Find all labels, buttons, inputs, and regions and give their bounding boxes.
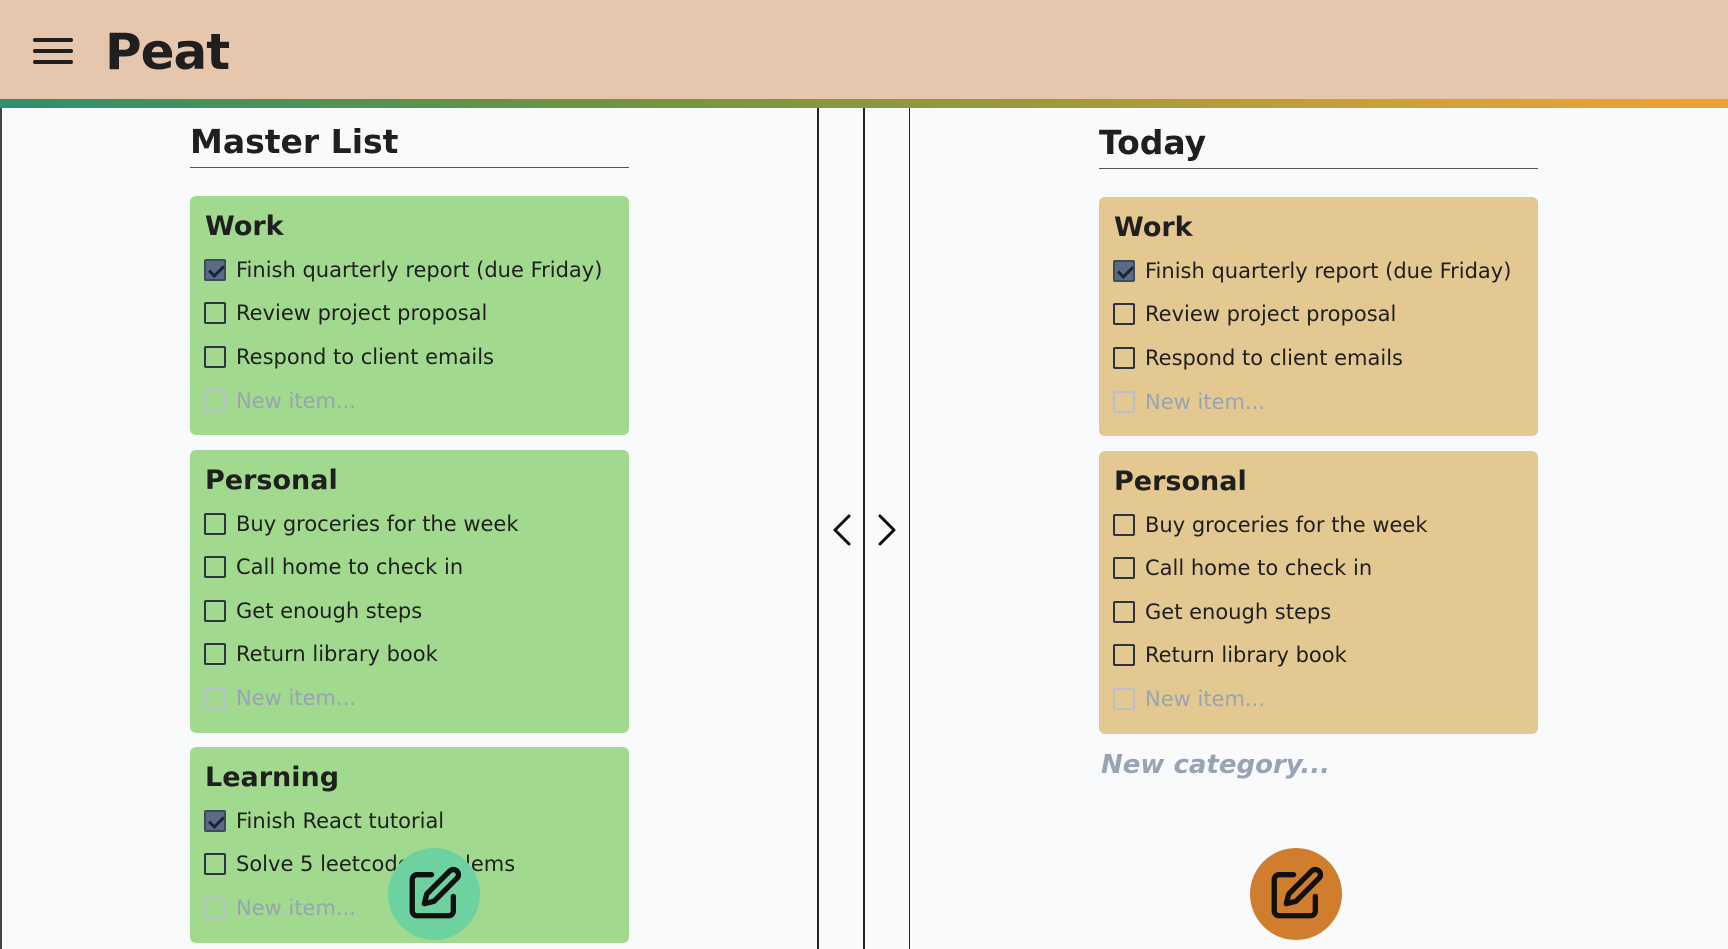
checkbox[interactable] bbox=[1113, 557, 1135, 579]
list-item[interactable]: Call home to check in bbox=[1113, 553, 1372, 583]
checkbox[interactable] bbox=[1113, 644, 1135, 666]
item-label: Get enough steps bbox=[1145, 600, 1332, 624]
list-item[interactable]: Get enough steps bbox=[1113, 597, 1331, 627]
checkbox bbox=[204, 897, 226, 919]
item-label: Respond to client emails bbox=[1145, 346, 1403, 370]
new-item-placeholder[interactable]: New item... bbox=[236, 686, 356, 710]
today-title: Today bbox=[1099, 123, 1207, 162]
checkbox[interactable] bbox=[1113, 347, 1135, 369]
checkbox[interactable] bbox=[1113, 601, 1135, 623]
checkbox[interactable] bbox=[204, 513, 226, 535]
new-item-input[interactable]: New item... bbox=[1113, 684, 1265, 714]
master-category-personal: Personal Buy groceries for the week Call… bbox=[190, 450, 629, 733]
category-title: Learning bbox=[205, 762, 340, 793]
checkbox bbox=[204, 687, 226, 709]
list-item[interactable]: Finish React tutorial bbox=[204, 806, 444, 836]
item-label: Call home to check in bbox=[236, 555, 464, 579]
list-item[interactable]: Review project proposal bbox=[1113, 299, 1396, 329]
new-item-input[interactable]: New item... bbox=[204, 386, 356, 416]
today-title-rule bbox=[1099, 168, 1538, 169]
checkbox bbox=[1113, 688, 1135, 710]
list-item[interactable]: Finish quarterly report (due Friday) bbox=[204, 255, 602, 285]
list-item[interactable]: Return library book bbox=[204, 639, 438, 669]
item-label: Call home to check in bbox=[1145, 556, 1373, 580]
hamburger-menu-icon[interactable] bbox=[31, 34, 77, 68]
new-item-placeholder[interactable]: New item... bbox=[1145, 687, 1265, 711]
master-edit-button[interactable] bbox=[388, 848, 480, 940]
master-category-work: Work Finish quarterly report (due Friday… bbox=[190, 196, 629, 435]
list-item[interactable]: Return library book bbox=[1113, 640, 1347, 670]
new-item-placeholder[interactable]: New item... bbox=[236, 389, 356, 413]
item-label: Review project proposal bbox=[1145, 302, 1397, 326]
item-label: Finish quarterly report (due Friday) bbox=[1145, 259, 1512, 283]
edit-pencil-icon bbox=[1271, 866, 1324, 919]
chevron-right-icon[interactable] bbox=[874, 512, 900, 548]
category-title: Work bbox=[1114, 212, 1193, 243]
checkbox[interactable] bbox=[204, 302, 226, 324]
list-item[interactable]: Respond to client emails bbox=[204, 342, 494, 372]
category-title: Personal bbox=[1114, 466, 1247, 497]
new-category-input[interactable]: New category... bbox=[1101, 750, 1330, 780]
category-title: Personal bbox=[205, 465, 338, 496]
pane-divider-left bbox=[817, 108, 819, 949]
item-label: Finish React tutorial bbox=[236, 809, 445, 833]
checkbox[interactable] bbox=[204, 346, 226, 368]
item-label: Get enough steps bbox=[236, 599, 423, 623]
today-category-work: Work Finish quarterly report (due Friday… bbox=[1099, 197, 1538, 436]
checkbox[interactable] bbox=[1113, 514, 1135, 536]
app-header: Peat bbox=[0, 0, 1728, 108]
list-item[interactable]: Finish quarterly report (due Friday) bbox=[1113, 256, 1511, 286]
category-title: Work bbox=[205, 211, 284, 242]
header-gradient-stripe bbox=[0, 99, 1728, 108]
today-category-personal: Personal Buy groceries for the week Call… bbox=[1099, 451, 1538, 734]
new-item-input[interactable]: New item... bbox=[204, 683, 356, 713]
list-item[interactable]: Respond to client emails bbox=[1113, 343, 1403, 373]
list-item[interactable]: Review project proposal bbox=[204, 298, 487, 328]
new-item-input[interactable]: New item... bbox=[1113, 387, 1265, 417]
pane-divider-middle bbox=[863, 108, 865, 949]
checkbox[interactable] bbox=[204, 259, 226, 281]
item-label: Return library book bbox=[1145, 643, 1347, 667]
checkbox[interactable] bbox=[204, 853, 226, 875]
new-item-placeholder[interactable]: New item... bbox=[236, 896, 356, 920]
master-list-title: Master List bbox=[190, 122, 399, 161]
item-label: Buy groceries for the week bbox=[236, 512, 519, 536]
today-edit-button[interactable] bbox=[1250, 848, 1342, 940]
list-item[interactable]: Buy groceries for the week bbox=[204, 509, 519, 539]
item-label: Review project proposal bbox=[236, 301, 488, 325]
edit-pencil-icon bbox=[409, 866, 462, 919]
app-title: Peat bbox=[105, 23, 230, 81]
checkbox bbox=[204, 390, 226, 412]
master-list-pane: Master List Work Finish quarterly report… bbox=[0, 108, 818, 949]
today-pane: Today Work Finish quarterly report (due … bbox=[910, 108, 1728, 949]
checkbox[interactable] bbox=[1113, 260, 1135, 282]
list-item[interactable]: Get enough steps bbox=[204, 596, 422, 626]
new-item-placeholder[interactable]: New item... bbox=[1145, 390, 1265, 414]
item-label: Finish quarterly report (due Friday) bbox=[236, 258, 603, 282]
new-item-input[interactable]: New item... bbox=[204, 893, 356, 923]
list-item[interactable]: Buy groceries for the week bbox=[1113, 510, 1428, 540]
checkbox[interactable] bbox=[204, 600, 226, 622]
item-label: Respond to client emails bbox=[236, 345, 494, 369]
chevron-left-icon[interactable] bbox=[829, 512, 855, 548]
checkbox[interactable] bbox=[204, 556, 226, 578]
checkbox[interactable] bbox=[1113, 303, 1135, 325]
item-label: Buy groceries for the week bbox=[1145, 513, 1428, 537]
list-item[interactable]: Call home to check in bbox=[204, 552, 463, 582]
master-title-rule bbox=[190, 167, 629, 168]
checkbox[interactable] bbox=[204, 643, 226, 665]
item-label: Return library book bbox=[236, 642, 438, 666]
checkbox bbox=[1113, 391, 1135, 413]
checkbox[interactable] bbox=[204, 810, 226, 832]
